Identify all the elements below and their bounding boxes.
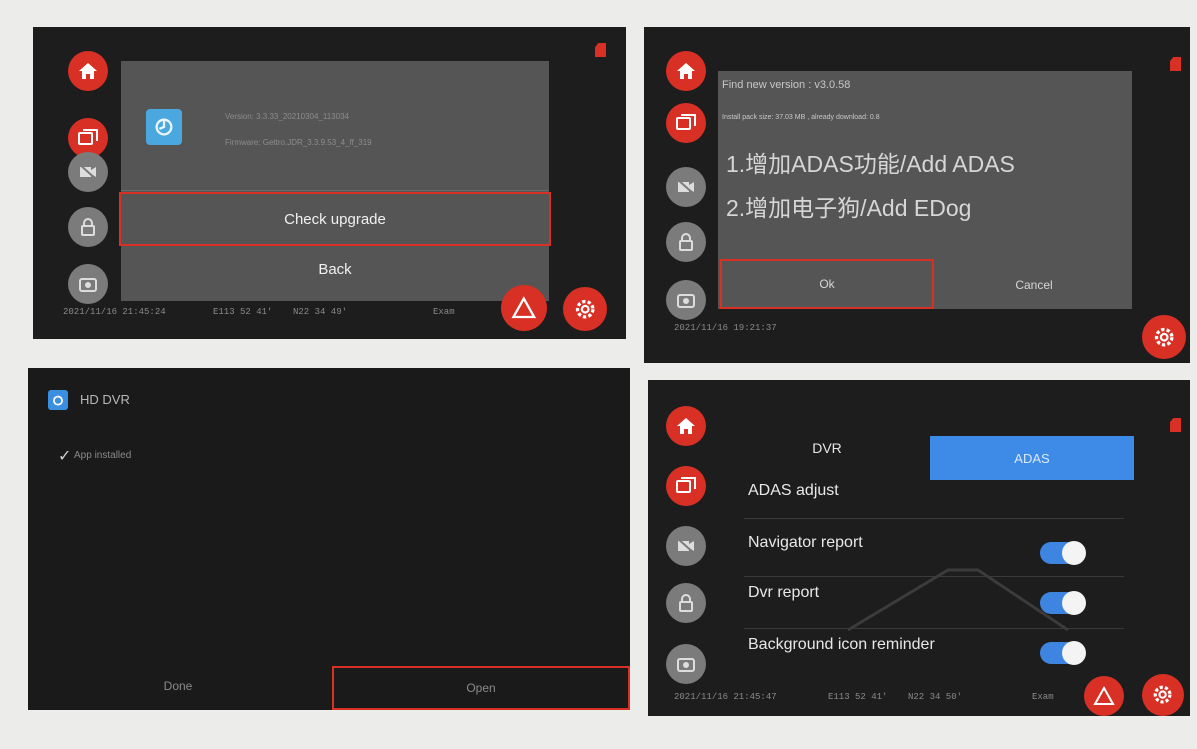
check-upgrade-button[interactable]: Check upgrade [119, 192, 551, 246]
windows-icon [676, 477, 696, 493]
cancel-label: Cancel [1015, 278, 1053, 292]
setting-label: Navigator report [748, 534, 863, 551]
done-label: Done [163, 679, 193, 693]
alert-icon [1093, 685, 1115, 705]
home-icon [677, 63, 695, 79]
multiwindow-button[interactable] [666, 466, 706, 506]
status-latitude: N22 34 49' [293, 307, 348, 317]
home-button[interactable] [666, 51, 706, 91]
panel-adas-settings: DVR ADAS ADAS adjust Navigator report Dv… [648, 380, 1190, 716]
update-item-2: 2.增加电子狗/Add EDog [726, 195, 972, 221]
alert-button[interactable] [1084, 676, 1124, 716]
lock-button[interactable] [666, 583, 706, 623]
back-label: Back [318, 260, 352, 278]
app-name: HD DVR [80, 392, 130, 407]
camera-icon [677, 294, 695, 308]
multiwindow-button[interactable] [666, 103, 706, 143]
video-off-button[interactable] [666, 526, 706, 566]
adas-adjust-label: ADAS adjust [748, 482, 839, 499]
panel-system-info: Version: 3.3.33_20210304_113034 Firmware… [33, 27, 626, 339]
settings-button[interactable] [563, 287, 607, 331]
settings-gear-icon [1154, 327, 1174, 347]
video-off-icon [676, 537, 696, 555]
windows-icon [78, 129, 98, 145]
video-off-icon [676, 178, 696, 196]
video-off-icon [78, 163, 98, 181]
sd-card-icon [595, 43, 606, 57]
ok-label: Ok [819, 277, 835, 291]
camera-button[interactable] [68, 264, 108, 304]
tab-adas-label: ADAS [1014, 450, 1050, 466]
status-longitude: E113 52 41' [213, 307, 273, 317]
tab-adas[interactable]: ADAS [930, 436, 1134, 480]
update-title: Find new version : v3.0.58 [722, 79, 851, 91]
status-time: 2021/11/16 21:45:24 [63, 307, 166, 317]
ok-button[interactable]: Ok [720, 259, 934, 309]
background-icon-reminder-toggle[interactable] [1040, 641, 1086, 665]
lock-icon [679, 233, 693, 251]
status-extra: Exam [433, 307, 455, 317]
home-button[interactable] [68, 51, 108, 91]
update-subtitle: Install pack size: 37.03 MB , already do… [722, 114, 880, 121]
status-latitude: N22 34 50' [908, 692, 963, 702]
settings-gear-icon [1154, 686, 1172, 704]
home-button[interactable] [666, 406, 706, 446]
update-item-1: 1.增加ADAS功能/Add ADAS [726, 151, 1015, 177]
camera-icon [79, 278, 97, 292]
panel-app-installed: HD DVR ✓ App installed Done Open [28, 368, 630, 710]
back-button[interactable]: Back [121, 249, 549, 289]
navigator-report-toggle[interactable] [1040, 541, 1086, 565]
check-upgrade-label: Check upgrade [284, 210, 386, 228]
alert-button[interactable] [501, 285, 547, 331]
version-text: Version: 3.3.33_20210304_113034 [225, 112, 349, 121]
firmware-text: Firmware: Gettro.JDR_3.3.9.53_4_ff_319 [225, 138, 372, 147]
lock-icon [81, 218, 95, 236]
alert-icon [511, 296, 537, 319]
camera-icon [677, 658, 695, 672]
panel-update-dialog: Find new version : v3.0.58 Install pack … [644, 27, 1190, 363]
sd-card-icon [1170, 57, 1181, 71]
status-extra: Exam [1032, 692, 1054, 702]
divider [744, 628, 1124, 629]
separator-line [121, 190, 549, 191]
camera-button[interactable] [666, 644, 706, 684]
setting-label: Dvr report [748, 584, 820, 601]
windows-icon [676, 114, 696, 130]
checkmark-icon: ✓ [58, 448, 72, 465]
settings-button[interactable] [1142, 674, 1184, 716]
settings-gear-icon [575, 299, 595, 319]
divider [744, 518, 1124, 519]
camera-button[interactable] [666, 280, 706, 320]
tab-dvr[interactable]: DVR [724, 426, 930, 470]
lock-button[interactable] [666, 222, 706, 262]
lock-icon [679, 594, 693, 612]
video-off-button[interactable] [68, 152, 108, 192]
sd-card-icon [1170, 418, 1181, 432]
dvr-report-toggle[interactable] [1040, 591, 1086, 615]
status-time: 2021/11/16 21:45:47 [674, 692, 777, 702]
open-button[interactable]: Open [332, 666, 630, 710]
setting-label: Background icon reminder [748, 636, 935, 653]
lock-button[interactable] [68, 207, 108, 247]
settings-button[interactable] [1142, 315, 1186, 359]
open-label: Open [466, 681, 496, 695]
home-icon [79, 63, 97, 79]
done-button[interactable]: Done [28, 666, 328, 706]
status-time: 2021/11/16 19:21:37 [674, 323, 777, 333]
cancel-button[interactable]: Cancel [936, 261, 1132, 309]
divider [744, 576, 1124, 577]
home-icon [677, 418, 695, 434]
installed-text: App installed [74, 450, 132, 461]
app-logo-icon [48, 390, 68, 410]
status-longitude: E113 52 41' [828, 692, 888, 702]
tab-dvr-label: DVR [812, 440, 842, 456]
video-off-button[interactable] [666, 167, 706, 207]
app-logo-icon [146, 109, 182, 145]
adas-adjust-row[interactable]: ADAS adjust [748, 482, 1128, 512]
